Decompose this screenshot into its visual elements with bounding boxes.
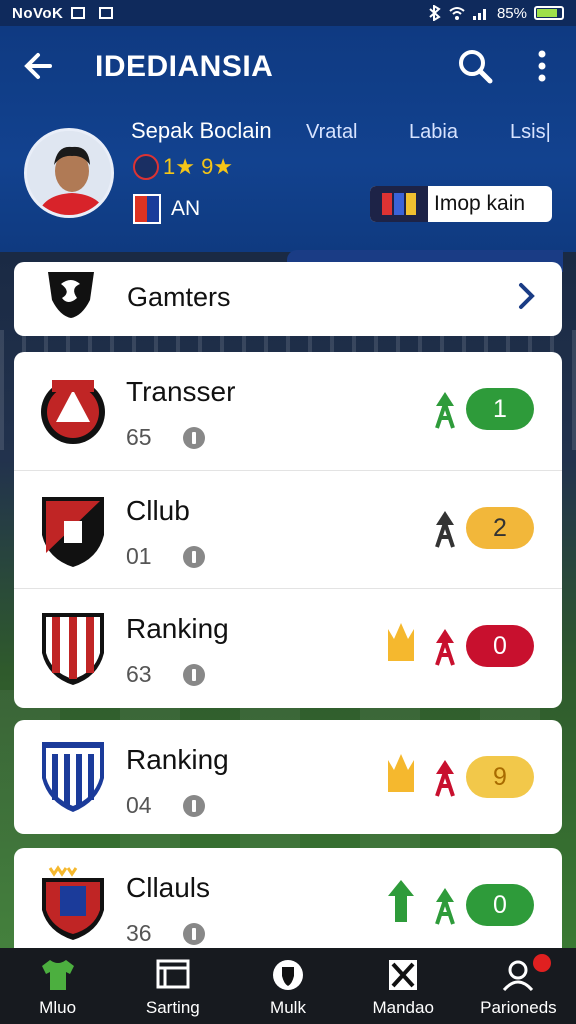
score-pill: 2 [466,507,534,549]
nav-item-mandao[interactable]: Mandao [346,948,461,1024]
list-item[interactable]: Cllauls 36 0 [14,848,562,958]
up-arrow-icon [388,880,414,922]
club-crest-icon [42,865,104,940]
info-icon[interactable] [183,795,205,817]
score-pill: 1 [466,388,534,430]
bracket-icon [389,960,418,990]
promo-badge-icon [370,186,428,222]
rating-text: 1★ 9★ [163,154,234,179]
trend-up-icon [435,511,455,548]
player-name: Sepak Boclain [131,118,272,143]
row-number: 04 [126,792,152,818]
club-crest-icon [42,742,104,812]
status-bar: NoVoK 85% [0,0,576,26]
window-icon [156,959,190,989]
score-pill: 9 [466,756,534,798]
gamers-card[interactable]: Gamters [14,262,562,336]
bottom-nav: Mluo Sarting Mulk Mandao Parioneds [0,948,576,1024]
bluetooth-icon [429,5,441,21]
list-item[interactable]: Cllub 01 2 [14,470,562,588]
nav-label: Parioneds [480,998,557,1017]
row-name: Cllauls [126,872,211,903]
info-icon[interactable] [183,427,205,449]
carrier-label: NoVoK [12,4,64,22]
club-label: AN [171,197,201,220]
player-rating: 1★ 9★ [133,154,233,180]
battery-percent: 85% [496,4,527,22]
club-crest-icon [41,380,105,444]
score-pill: 0 [466,884,534,926]
app-title: IDEDIANSIA [95,50,274,83]
nav-label: Mandao [372,998,434,1017]
info-icon[interactable] [183,923,205,945]
score-pill: 0 [466,625,534,667]
app-header: IDEDIANSIA Sepak Boclain Vratal Labia Ls… [0,26,576,252]
row-name: Transser [126,376,236,407]
trend-up-icon [435,760,455,797]
notification-badge [532,954,551,972]
tab-vratal[interactable]: Vratal [306,121,358,144]
row-number: 63 [126,661,152,687]
promo-button[interactable]: Imop kain [370,186,552,222]
nav-label: Mluo [39,998,77,1017]
gamers-label: Gamters [127,282,231,312]
player-avatar[interactable] [24,128,114,218]
jersey-icon [41,960,74,990]
rank-badge-icon [133,154,159,180]
gallery-icon [99,7,114,19]
crown-icon [388,623,414,661]
nav-item-parioneds[interactable]: Parioneds [461,948,576,1024]
row-name: Cllub [126,495,190,526]
club-crest-icon [42,613,104,685]
tab-labia[interactable]: Labia [409,121,458,144]
trend-up-icon [435,888,455,925]
row-number: 01 [126,543,152,569]
list-item[interactable]: Transser 65 1 [14,352,562,470]
gamers-logo-icon [48,272,94,318]
battery-icon [534,6,564,20]
row-number: 36 [126,920,152,946]
signal-icon [472,9,486,20]
tab-lsis[interactable]: Lsis| [510,121,551,144]
club-crest-icon [42,497,104,567]
notification-icon [71,7,86,19]
profile-icon [503,960,534,992]
promo-label: Imop kain [434,192,526,215]
trend-up-icon [435,629,455,666]
search-icon[interactable] [455,46,495,86]
list-item[interactable]: Ranking 63 0 [14,588,562,706]
nav-item-mulk[interactable]: Mulk [230,948,345,1024]
chevron-right-icon[interactable] [514,280,538,312]
list-item[interactable]: Ranking 04 9 [14,720,562,834]
nav-label: Mulk [270,998,306,1017]
crown-icon [388,754,414,792]
more-menu-icon[interactable] [530,48,554,84]
club-flag-icon [133,194,161,224]
wifi-icon [449,7,465,20]
info-icon[interactable] [183,664,205,686]
row-number: 65 [126,424,152,450]
shield-icon [273,960,303,990]
team-list: Transser 65 1 Cllub 01 2 Ranking 63 0 [14,352,562,708]
row-name: Ranking [126,744,229,775]
row-name: Ranking [126,613,229,644]
nav-label: Sarting [145,998,200,1017]
trend-up-icon [435,392,455,429]
info-icon[interactable] [183,546,205,568]
back-arrow-icon[interactable] [20,46,60,86]
nav-item-sarting[interactable]: Sarting [115,948,230,1024]
nav-item-home[interactable]: Mluo [0,948,115,1024]
club-info: AN [133,194,200,224]
